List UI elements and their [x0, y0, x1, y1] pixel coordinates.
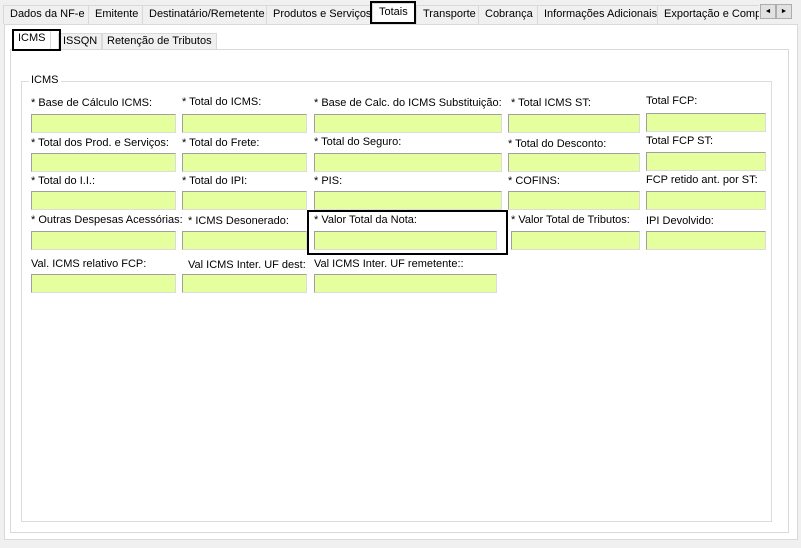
base-calculo-icms-field[interactable] — [31, 114, 176, 133]
cofins-label: * COFINS: — [508, 175, 560, 187]
total-ipi-label: * Total do IPI: — [182, 175, 248, 187]
val-icms-inter-uf-remetente-label: Val ICMS Inter. UF remetente:: — [314, 258, 464, 270]
val-icms-inter-uf-dest-label: Val ICMS Inter. UF dest: — [188, 259, 306, 271]
scroll-right-icon[interactable]: ► — [776, 4, 792, 19]
tab-issqn[interactable]: ISSQN — [58, 33, 103, 50]
val-icms-inter-uf-dest-field[interactable] — [182, 274, 307, 293]
tab-retencao-tributos[interactable]: Retenção de Tributos — [102, 33, 217, 50]
total-ii-label: * Total do I.I.: — [31, 175, 96, 187]
scroll-left-icon[interactable]: ◄ — [760, 4, 776, 19]
total-ii-field[interactable] — [31, 191, 176, 210]
tab-destinatario-remetente[interactable]: Destinatário/Remetente — [142, 5, 272, 24]
icms-group-title: ICMS — [29, 74, 61, 86]
fcp-retido-st-field[interactable] — [646, 191, 766, 210]
base-calc-icms-st-field[interactable] — [314, 114, 502, 133]
fcp-retido-st-label: FCP retido ant. por ST: — [646, 174, 758, 186]
total-desconto-field[interactable] — [508, 153, 640, 172]
outras-despesas-field[interactable] — [31, 231, 176, 250]
tab-exportacao-compra[interactable]: Exportação e Compra — [657, 5, 759, 24]
total-prod-servicos-label: * Total dos Prod. e Serviços: — [31, 137, 169, 149]
icms-desonerado-label: * ICMS Desonerado: — [188, 215, 289, 227]
valor-total-nota-field[interactable] — [314, 231, 497, 250]
total-icms-field[interactable] — [182, 114, 307, 133]
valor-total-nota-label: * Valor Total da Nota: — [314, 214, 417, 226]
valor-total-tributos-label: * Valor Total de Tributos: — [511, 214, 630, 226]
val-icms-inter-uf-remetente-field[interactable] — [314, 274, 497, 293]
tab-cobranca[interactable]: Cobrança — [478, 5, 540, 24]
total-frete-field[interactable] — [182, 153, 307, 172]
valor-total-tributos-field[interactable] — [511, 231, 640, 250]
tab-produtos-servicos[interactable]: Produtos e Serviços — [266, 5, 379, 24]
total-seguro-label: * Total do Seguro: — [314, 136, 402, 148]
total-prod-servicos-field[interactable] — [31, 153, 176, 172]
total-fcp-field[interactable] — [646, 113, 766, 132]
ipi-devolvido-field[interactable] — [646, 231, 766, 250]
total-seguro-field[interactable] — [314, 153, 502, 172]
tab-informacoes-adicionais[interactable]: Informações Adicionais — [537, 5, 665, 24]
total-icms-st-field[interactable] — [508, 114, 640, 133]
total-fcp-st-field[interactable] — [646, 152, 766, 171]
icms-desonerado-field[interactable] — [182, 231, 307, 250]
cofins-field[interactable] — [508, 191, 640, 210]
total-frete-label: * Total do Frete: — [182, 137, 260, 149]
pis-label: * PIS: — [314, 175, 343, 187]
total-ipi-field[interactable] — [182, 191, 307, 210]
outras-despesas-label: * Outras Despesas Acessórias: — [31, 214, 183, 226]
val-icms-relativo-fcp-field[interactable] — [31, 274, 176, 293]
total-icms-st-label: * Total ICMS ST: — [511, 97, 591, 109]
tab-icms[interactable]: ICMS — [13, 30, 51, 50]
tab-scroll-controls: ◄ ► — [760, 4, 792, 19]
tab-emitente[interactable]: Emitente — [88, 5, 146, 24]
ipi-devolvido-label: IPI Devolvido: — [646, 215, 714, 227]
val-icms-relativo-fcp-label: Val. ICMS relativo FCP: — [31, 258, 147, 270]
total-icms-label: * Total do ICMS: — [182, 96, 262, 108]
tab-totais[interactable]: Totais — [372, 3, 415, 24]
tab-transporte[interactable]: Transporte — [416, 5, 483, 24]
total-fcp-label: Total FCP: — [646, 95, 698, 107]
pis-field[interactable] — [314, 191, 502, 210]
top-tab-strip: Dados da NF-e Emitente Destinatário/Reme… — [3, 3, 759, 24]
base-calc-icms-st-label: * Base de Calc. do ICMS Substituição: — [314, 97, 502, 109]
tab-dados-nfe[interactable]: Dados da NF-e — [3, 5, 92, 24]
base-calculo-icms-label: * Base de Cálculo ICMS: — [31, 97, 153, 109]
total-fcp-st-label: Total FCP ST: — [646, 135, 714, 147]
total-desconto-label: * Total do Desconto: — [508, 138, 607, 150]
